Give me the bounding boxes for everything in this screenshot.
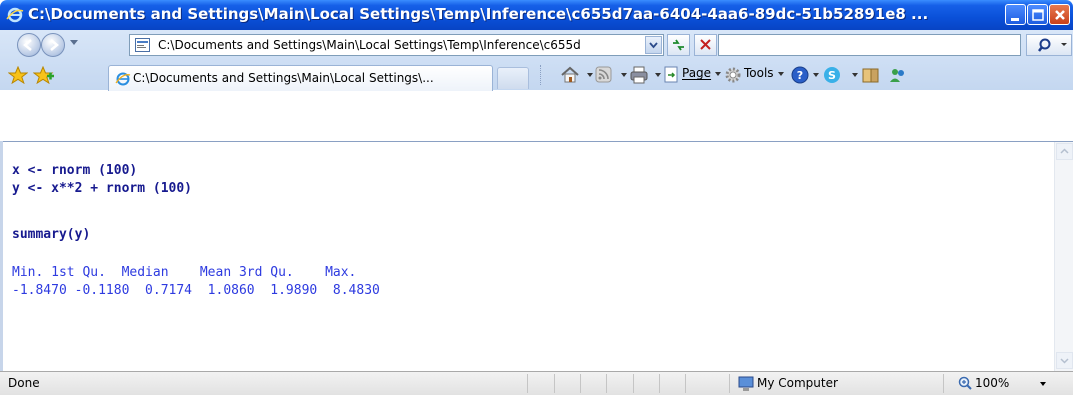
help-icon[interactable]: ?	[791, 66, 809, 84]
back-arrow-icon	[23, 39, 32, 51]
output-values: -1.8470 -0.1180 0.7174 1.0860 1.9890 8.4…	[12, 283, 380, 298]
ie-page-icon	[115, 72, 131, 86]
home-dropdown-icon[interactable]	[587, 73, 593, 77]
tools-gear-icon	[725, 67, 741, 83]
chevron-up-icon	[1060, 148, 1069, 154]
minimize-button[interactable]	[1005, 4, 1026, 25]
close-button[interactable]	[1049, 4, 1070, 25]
toolbar-area: C:\Documents and Settings\Main\Local Set…	[0, 30, 1073, 91]
forward-arrow-icon	[50, 39, 59, 51]
address-dropdown-button[interactable]	[645, 36, 662, 54]
tab-current[interactable]: C:\Documents and Settings\Main\Local Set…	[108, 65, 493, 91]
stop-button[interactable]	[694, 34, 717, 56]
page-menu[interactable]: Page	[682, 66, 722, 84]
favorites-star-icon[interactable]	[8, 66, 28, 84]
maximize-icon	[1032, 9, 1044, 21]
status-text: Done	[8, 376, 40, 390]
status-divider	[527, 374, 528, 393]
add-favorites-icon[interactable]	[33, 66, 55, 84]
back-button[interactable]	[17, 33, 41, 57]
maximize-button[interactable]	[1027, 4, 1048, 25]
minimize-icon	[1011, 18, 1019, 21]
ie-icon	[6, 7, 24, 23]
search-input[interactable]	[718, 34, 1021, 56]
tab-label: C:\Documents and Settings\Main\Local Set…	[133, 71, 434, 85]
status-divider	[659, 374, 660, 393]
title-bar[interactable]: C:\Documents and Settings\Main\Local Set…	[0, 0, 1073, 30]
status-divider	[729, 374, 730, 393]
feeds-dropdown-icon[interactable]	[621, 73, 627, 77]
output-header: Min. 1st Qu. Median Mean 3rd Qu. Max.	[12, 265, 357, 280]
forward-button[interactable]	[41, 33, 65, 57]
security-zone-text[interactable]: My Computer	[757, 376, 838, 390]
zoom-dropdown-icon[interactable]	[1040, 382, 1046, 386]
messenger-icon[interactable]	[888, 66, 908, 84]
zoom-level[interactable]: 100%	[975, 376, 1009, 390]
skype-icon[interactable]: S	[822, 66, 842, 84]
refresh-button[interactable]	[667, 34, 690, 56]
page-menu-label: Page	[682, 66, 712, 80]
status-divider	[633, 374, 634, 393]
home-icon[interactable]	[560, 66, 580, 84]
status-divider	[554, 374, 555, 393]
search-icon	[1038, 38, 1067, 52]
address-row: C:\Documents and Settings\Main\Local Set…	[0, 30, 1073, 60]
help-dropdown-icon[interactable]	[813, 73, 819, 77]
svg-text:S: S	[828, 69, 836, 82]
page-menu-icon	[664, 66, 678, 83]
status-divider	[580, 374, 581, 393]
zoom-icon[interactable]	[958, 376, 973, 391]
vertical-scrollbar[interactable]	[1054, 142, 1073, 371]
address-text: C:\Documents and Settings\Main\Local Set…	[158, 38, 581, 52]
close-icon	[1055, 10, 1065, 20]
print-icon[interactable]	[629, 66, 649, 84]
status-bar: Done My Computer 100%	[0, 371, 1073, 395]
status-divider	[943, 374, 944, 393]
content-frame-edge	[0, 141, 3, 371]
tools-menu[interactable]: Tools	[744, 66, 784, 84]
refresh-icon	[673, 39, 684, 51]
status-divider	[606, 374, 607, 393]
recent-pages-dropdown[interactable]	[70, 40, 78, 45]
chevron-down-icon	[649, 42, 658, 49]
address-field[interactable]: C:\Documents and Settings\Main\Local Set…	[129, 34, 664, 56]
tools-menu-label: Tools	[744, 66, 774, 80]
research-icon[interactable]	[861, 66, 881, 84]
chevron-down-icon	[1060, 358, 1069, 364]
scroll-up-button[interactable]	[1056, 143, 1073, 160]
print-dropdown-icon[interactable]	[655, 73, 661, 77]
stop-icon	[700, 39, 711, 50]
search-button[interactable]	[1026, 34, 1072, 56]
svg-text:?: ?	[797, 69, 803, 82]
code-line: y <- x**2 + rnorm (100)	[12, 181, 193, 196]
toolbar-separator	[540, 65, 543, 85]
skype-dropdown-icon[interactable]	[852, 73, 858, 77]
my-computer-icon	[738, 376, 754, 391]
new-tab-button[interactable]	[497, 67, 529, 89]
feeds-icon[interactable]	[595, 66, 613, 84]
tabs-row: C:\Documents and Settings\Main\Local Set…	[0, 60, 1073, 91]
page-content	[0, 141, 1073, 372]
status-divider	[685, 374, 686, 393]
code-line: summary(y)	[12, 227, 91, 242]
scroll-down-button[interactable]	[1056, 352, 1073, 369]
code-line: x <- rnorm (100)	[12, 163, 138, 178]
window-title: C:\Documents and Settings\Main\Local Set…	[28, 5, 929, 23]
page-icon	[135, 38, 150, 52]
